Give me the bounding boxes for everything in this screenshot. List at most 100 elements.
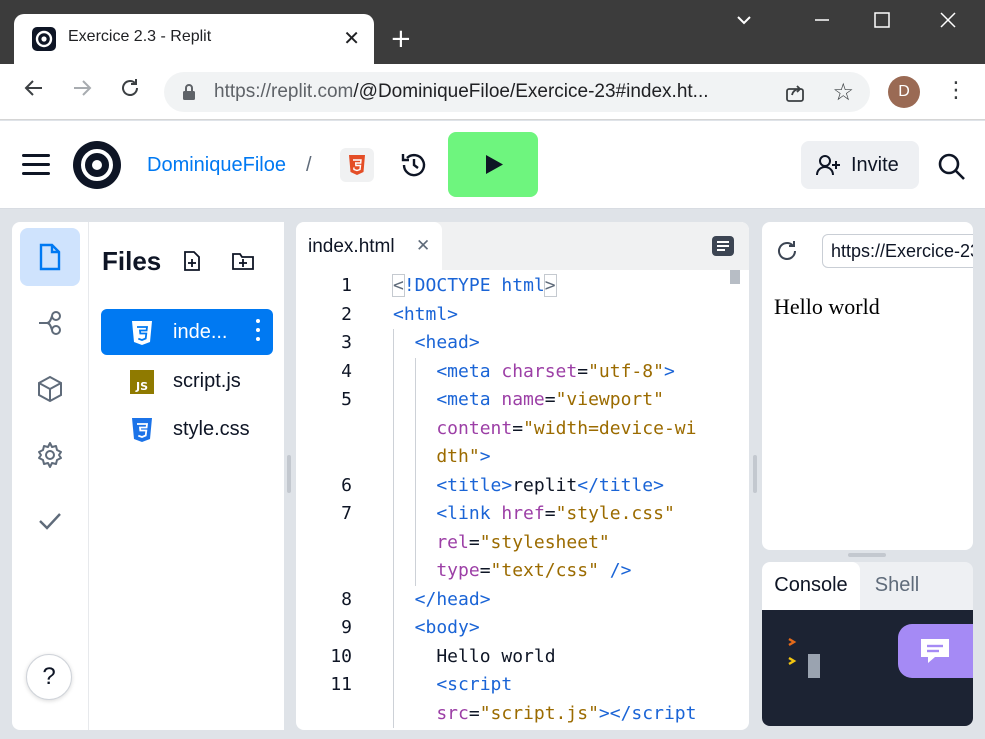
line-number: 6	[341, 474, 352, 496]
code-text: Hello world	[393, 645, 556, 667]
line-number: 11	[330, 674, 352, 695]
editor-scrollbar[interactable]	[730, 270, 740, 284]
webview-panel: https://Exercice-23 Hello world	[762, 222, 973, 550]
code-text: </head>	[393, 588, 491, 610]
search-icon[interactable]	[936, 151, 966, 181]
indent-guide	[415, 357, 416, 586]
browser-title-bar: Exercice 2.3 - Replit ✕ +	[0, 0, 985, 64]
code-text: <script	[393, 674, 513, 695]
editor-tab-label: index.html	[308, 236, 395, 257]
sidebar-item-settings[interactable]	[20, 426, 80, 484]
new-tab-button[interactable]: +	[390, 24, 412, 54]
sidebar-item-packages[interactable]	[20, 360, 80, 418]
file-item-index-html[interactable]: inde...	[101, 309, 273, 355]
invite-label: Invite	[851, 154, 899, 176]
chat-button[interactable]	[898, 624, 973, 678]
editor-preview-resize-handle[interactable]	[753, 455, 757, 493]
gear-icon	[38, 442, 62, 468]
tab-shell[interactable]: Shell	[860, 562, 934, 610]
file-icon	[39, 243, 61, 271]
tab-index-html[interactable]: index.html ✕	[296, 222, 442, 270]
back-icon[interactable]	[22, 76, 46, 107]
line-number: 7	[341, 503, 352, 524]
history-icon[interactable]	[398, 149, 430, 181]
webview-reload-icon[interactable]	[774, 238, 800, 264]
line-number: 5	[341, 389, 352, 410]
code-text: <meta charset="utf-8">	[393, 360, 675, 382]
repl-owner-link[interactable]: DominiqueFiloe	[147, 154, 286, 177]
share-icon[interactable]	[784, 82, 806, 108]
replit-header: DominiqueFiloe / Invite	[0, 121, 985, 209]
minimize-icon[interactable]	[812, 10, 832, 35]
replit-logo-icon[interactable]	[72, 140, 122, 190]
html5-icon[interactable]	[340, 148, 374, 182]
js-file-icon: JS	[129, 368, 155, 396]
replit-favicon-icon	[32, 27, 56, 51]
code-text: <head>	[393, 332, 480, 353]
new-file-icon[interactable]	[181, 250, 203, 272]
tab-search-icon[interactable]	[734, 10, 754, 35]
git-branch-icon	[39, 311, 61, 335]
file-name: script.js	[173, 370, 241, 392]
url-field[interactable]: https://replit.com/@DominiqueFiloe/Exerc…	[164, 72, 870, 112]
css3-file-icon	[129, 416, 155, 444]
url-host: https://replit.com	[214, 81, 354, 102]
sidebar-item-files[interactable]	[20, 228, 80, 286]
chat-icon	[921, 639, 949, 663]
file-item-style-css[interactable]: style.css	[101, 406, 273, 452]
sidebar-item-checks[interactable]	[20, 492, 80, 550]
maximize-icon[interactable]	[872, 10, 892, 35]
browser-tab[interactable]: Exercice 2.3 - Replit ✕	[14, 14, 374, 64]
code-text: <title>replit</title>	[393, 474, 664, 496]
code-text: <body>	[393, 617, 480, 638]
package-icon	[38, 375, 62, 403]
code-editor: index.html ✕ 1 <!DOCTYPE html> 2 <html> 3 <h…	[296, 222, 749, 730]
code-text: src="script.js"></script	[393, 702, 697, 724]
preview-console-resize-handle[interactable]	[848, 553, 886, 557]
menu-icon[interactable]	[22, 154, 50, 176]
file-name: style.css	[173, 418, 250, 440]
code-area[interactable]: 1 <!DOCTYPE html> 2 <html> 3 <head> 4 <meta c…	[296, 270, 749, 730]
prompt-chevron-icon	[788, 637, 797, 666]
tab-close-icon[interactable]: ✕	[343, 26, 360, 50]
add-user-icon	[815, 153, 841, 181]
run-button[interactable]	[448, 132, 538, 197]
terminal-cursor	[808, 654, 820, 678]
url-path: /@DominiqueFiloe/Exercice-23#index.ht...	[353, 81, 709, 102]
invite-button[interactable]: Invite	[801, 141, 919, 189]
profile-avatar[interactable]: D	[888, 76, 920, 108]
code-text: <meta name="viewport"	[393, 389, 664, 410]
files-editor-resize-handle[interactable]	[287, 455, 291, 493]
url-text: https://replit.com/@DominiqueFiloe/Exerc…	[214, 81, 774, 103]
code-text: <html>	[393, 303, 459, 325]
code-text: <link href="style.css"	[393, 503, 675, 524]
code-text: content="width=device-wi	[393, 417, 697, 439]
sidebar-rail: ?	[12, 222, 88, 730]
new-folder-icon[interactable]	[231, 250, 254, 272]
webview-url-field[interactable]: https://Exercice-23	[822, 234, 973, 268]
file-options-icon[interactable]	[255, 319, 261, 345]
webview-content: Hello world	[774, 294, 880, 319]
file-item-script-js[interactable]: JS script.js	[101, 358, 273, 404]
browser-menu-icon[interactable]: ⋮	[945, 78, 967, 104]
reload-icon[interactable]	[118, 76, 142, 107]
files-menu-icon[interactable]: ⋮	[277, 250, 285, 272]
breadcrumb-separator: /	[306, 154, 312, 176]
bookmark-star-icon[interactable]: ☆	[832, 78, 854, 106]
files-panel: Files ⋮ inde... JS script.js style.css	[88, 222, 285, 730]
editor-tab-close-icon[interactable]: ✕	[416, 236, 430, 256]
files-title: Files	[102, 246, 162, 276]
close-window-icon[interactable]	[938, 10, 958, 35]
sidebar-item-git[interactable]	[20, 294, 80, 352]
line-number: 1	[341, 275, 352, 296]
editor-options-icon[interactable]	[712, 236, 734, 256]
help-button[interactable]: ?	[26, 654, 72, 700]
tab-console[interactable]: Console	[762, 562, 860, 610]
code-text: type="text/css" />	[393, 560, 632, 581]
code-text: dth">	[393, 446, 491, 467]
code-text: rel="stylesheet"	[393, 531, 610, 553]
line-number: 8	[341, 588, 352, 610]
forward-icon[interactable]	[70, 76, 94, 107]
svg-text:JS: JS	[135, 380, 148, 393]
checkmark-icon	[39, 513, 61, 530]
